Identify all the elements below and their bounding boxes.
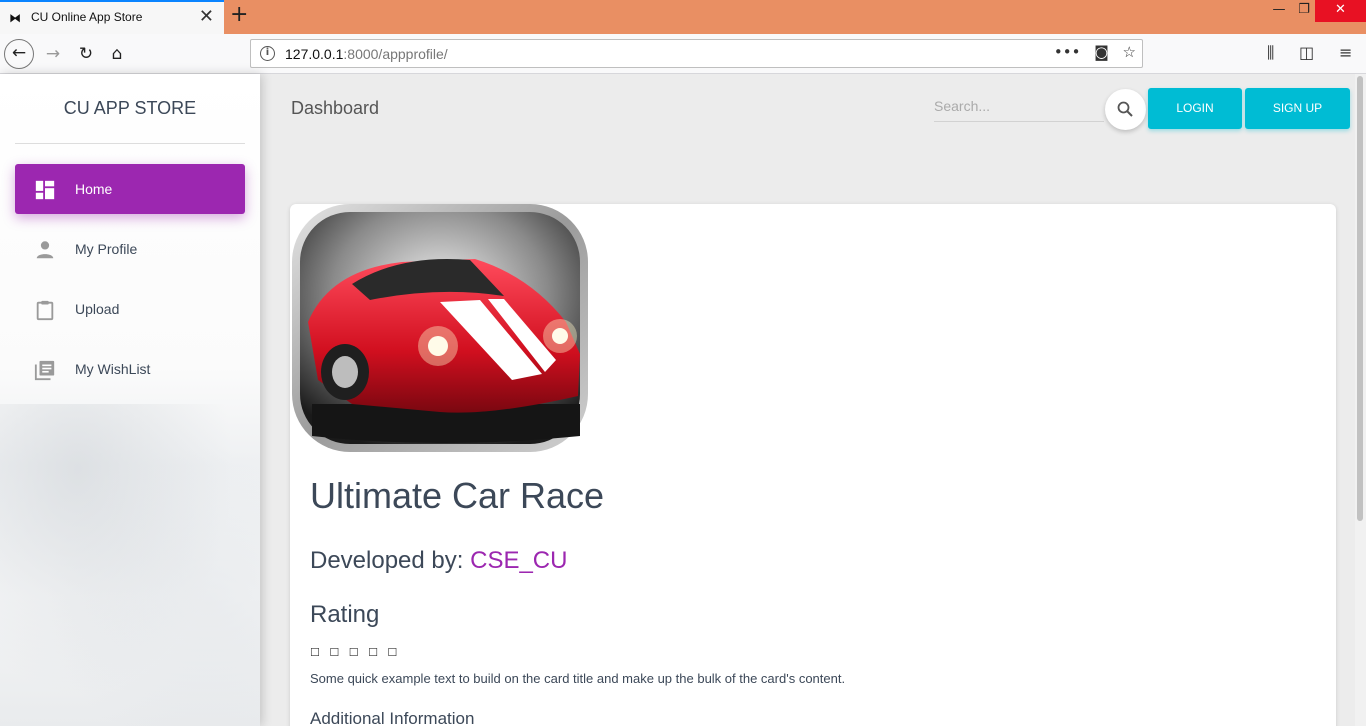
page-scrollbar[interactable] <box>1355 74 1366 726</box>
search-icon <box>1117 101 1133 117</box>
reload-icon[interactable]: ↻ <box>71 39 101 69</box>
browser-tab[interactable]: ⧓ CU Online App Store ✕ <box>0 0 224 34</box>
developer-line: Developed by: CSE_CU <box>310 547 567 575</box>
sidebar: CU APP STORE Home My Profile Upload My W… <box>0 74 260 726</box>
new-tab-icon[interactable]: + <box>230 2 248 27</box>
signup-button[interactable]: SIGN UP <box>1245 88 1350 129</box>
sidebar-item-label: My WishList <box>75 361 151 377</box>
sidebar-item-label: Home <box>75 181 113 197</box>
dashboard-icon <box>35 180 55 200</box>
app-description: Some quick example text to build on the … <box>310 671 846 686</box>
sidebar-item-my-profile[interactable]: My Profile <box>15 224 245 274</box>
info-icon[interactable]: i <box>260 46 275 61</box>
library-icon[interactable]: ⫼ <box>1267 43 1274 63</box>
back-arrow-icon[interactable]: ← <box>4 39 34 69</box>
app-profile-card: Ultimate Car Race Developed by: CSE_CU R… <box>290 204 1336 726</box>
divider <box>15 143 245 144</box>
bowtie-icon: ⧓ <box>9 11 21 25</box>
close-tab-icon[interactable]: ✕ <box>199 6 214 27</box>
url-text: 127.0.0.1:8000/appprofile/ <box>285 46 448 62</box>
menu-icon[interactable]: ≡ <box>1339 43 1352 62</box>
app-title: Ultimate Car Race <box>310 475 605 516</box>
browser-tabbar: ⧓ CU Online App Store ✕ + — ❐ ✕ <box>0 0 1366 34</box>
scrollbar-thumb[interactable] <box>1357 76 1363 521</box>
search-input[interactable] <box>934 90 1104 122</box>
window-close-icon[interactable]: ✕ <box>1315 0 1366 22</box>
sidebar-item-my-wishlist[interactable]: My WishList <box>15 344 245 394</box>
login-button[interactable]: LOGIN <box>1148 88 1242 129</box>
library-books-icon <box>34 360 55 381</box>
browser-navbar: ← → ↻ ⌂ i 127.0.0.1:8000/appprofile/ •••… <box>0 34 1366 74</box>
rating-heading: Rating <box>310 601 380 628</box>
brand-title[interactable]: CU APP STORE <box>0 98 260 119</box>
person-icon <box>36 241 54 259</box>
url-bar[interactable]: i 127.0.0.1:8000/appprofile/ ••• ◙ ☆ <box>250 39 1143 68</box>
sidebar-item-label: My Profile <box>75 241 138 257</box>
search-button[interactable] <box>1105 89 1146 130</box>
sidebar-item-upload[interactable]: Upload <box>15 284 245 334</box>
page-title[interactable]: Dashboard <box>291 98 379 119</box>
additional-info-heading: Additional Information <box>310 709 475 726</box>
bookmark-star-icon[interactable]: ☆ <box>1123 43 1136 61</box>
tab-title: CU Online App Store <box>31 10 143 24</box>
developer-link[interactable]: CSE_CU <box>470 547 567 574</box>
sidebar-item-home[interactable]: Home <box>15 164 245 214</box>
rating-stars[interactable]: ☐ ☐ ☐ ☐ ☐ <box>310 646 400 659</box>
pocket-icon[interactable]: ◙ <box>1094 43 1109 61</box>
developed-by-label: Developed by: <box>310 547 464 574</box>
more-actions-icon[interactable]: ••• <box>1054 43 1081 61</box>
app-icon-image <box>292 204 588 452</box>
clipboard-icon <box>36 300 54 321</box>
sidebar-item-label: Upload <box>75 301 120 317</box>
sidebar-toggle-icon[interactable]: ◫ <box>1299 43 1314 62</box>
forward-arrow-icon[interactable]: → <box>38 39 68 69</box>
home-icon[interactable]: ⌂ <box>102 39 132 69</box>
